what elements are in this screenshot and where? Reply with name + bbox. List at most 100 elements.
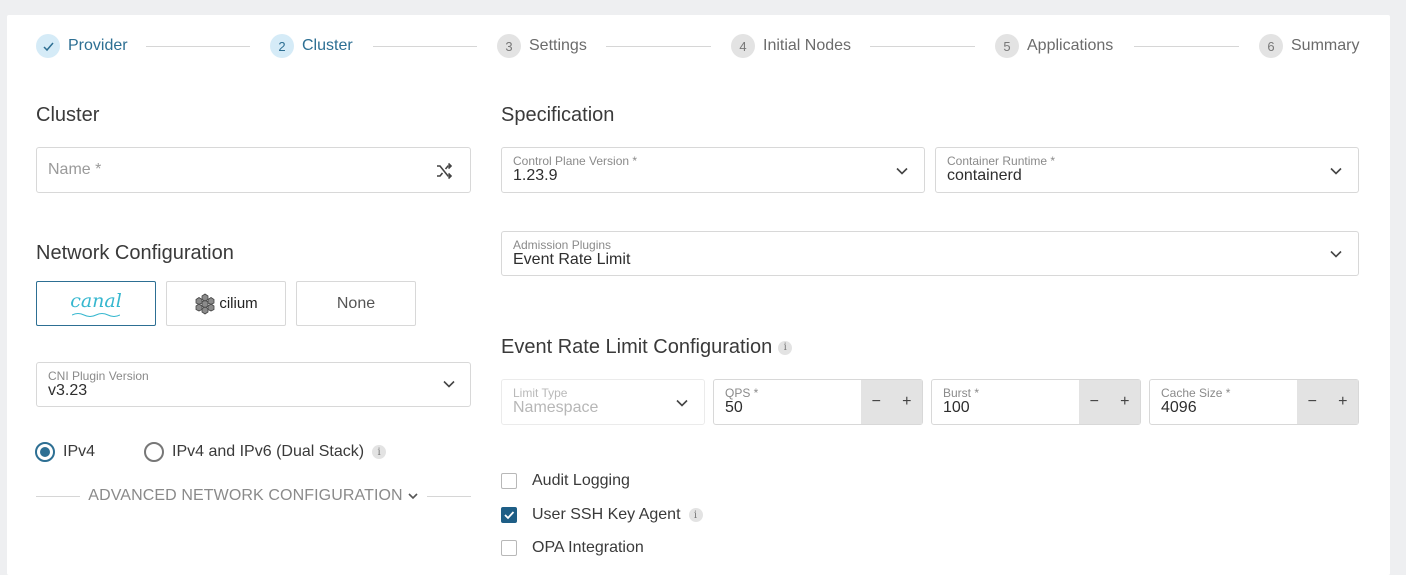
limit-type-label: Limit Type [513, 386, 568, 400]
info-icon[interactable]: i [688, 508, 703, 522]
cilium-logo-icon [195, 293, 215, 314]
radio-dual-stack-label: IPv4 and IPv6 (Dual Stack) [172, 443, 365, 460]
step-label: Summary [1291, 37, 1360, 54]
admission-plugins-select[interactable]: Admission Plugins Event Rate Limit [501, 231, 1359, 276]
cni-cilium-button[interactable]: cilium [166, 281, 286, 326]
opa-integration-label: OPA Integration [532, 539, 644, 556]
ssh-key-agent-option[interactable]: User SSH Key Agent i [501, 506, 703, 524]
chevron-down-icon [896, 167, 908, 175]
step-label: Applications [1027, 37, 1114, 54]
qps-decrement-button[interactable]: − [861, 380, 892, 424]
info-icon[interactable]: i [372, 445, 387, 459]
burst-stepper[interactable]: Burst * 100 − + [931, 379, 1141, 425]
step-number: 4 [731, 34, 755, 58]
cni-version-value: v3.23 [48, 382, 88, 399]
burst-value[interactable]: 100 [943, 399, 970, 417]
cni-canal-button[interactable]: canal [36, 281, 156, 326]
step-connector [1134, 46, 1239, 47]
info-icon[interactable]: i [778, 340, 793, 355]
step-cluster[interactable]: 2 Cluster [270, 34, 353, 58]
limit-type-value: Namespace [513, 399, 599, 416]
cache-size-value[interactable]: 4096 [1161, 399, 1197, 417]
qps-value[interactable]: 50 [725, 399, 743, 417]
specification-heading: Specification [501, 104, 615, 126]
cache-size-stepper[interactable]: Cache Size * 4096 − + [1149, 379, 1359, 425]
audit-logging-option[interactable]: Audit Logging [501, 472, 630, 490]
qps-stepper[interactable]: QPS * 50 − + [713, 379, 923, 425]
chevron-down-icon [408, 493, 418, 500]
advanced-network-label[interactable]: ADVANCED NETWORK CONFIGURATION [80, 487, 406, 505]
divider [426, 495, 472, 497]
step-initial-nodes[interactable]: 4 Initial Nodes [731, 34, 851, 58]
step-label: Settings [529, 37, 587, 54]
control-plane-version-label: Control Plane Version * [513, 154, 638, 168]
control-plane-version-value: 1.23.9 [513, 167, 558, 184]
radio-dual-stack[interactable]: IPv4 and IPv6 (Dual Stack) i [144, 442, 387, 462]
step-connector [373, 46, 477, 47]
radio-ipv4-label: IPv4 [63, 443, 96, 460]
chevron-down-icon [676, 399, 688, 407]
admission-plugins-label: Admission Plugins [513, 238, 612, 252]
step-number: 2 [270, 34, 294, 58]
step-label: Initial Nodes [763, 37, 852, 54]
container-runtime-select[interactable]: Container Runtime * containerd [935, 147, 1359, 193]
network-config-heading: Network Configuration [36, 242, 234, 264]
chevron-down-icon [1330, 167, 1342, 175]
step-provider[interactable]: Provider [36, 34, 128, 58]
burst-buttons: − + [1079, 380, 1140, 424]
step-number: 3 [497, 34, 521, 58]
audit-logging-label: Audit Logging [532, 472, 630, 489]
cache-size-buttons: − + [1297, 380, 1358, 424]
radio-dual-stack-control[interactable] [144, 442, 164, 462]
burst-label: Burst * [943, 386, 980, 400]
cluster-name-input[interactable] [37, 148, 417, 192]
step-number: 5 [995, 34, 1019, 58]
control-plane-version-select[interactable]: Control Plane Version * 1.23.9 [501, 147, 925, 193]
cluster-heading: Cluster [36, 104, 100, 126]
container-runtime-value: containerd [947, 167, 1022, 184]
radio-ipv4[interactable]: IPv4 [35, 442, 95, 462]
burst-decrement-button[interactable]: − [1079, 380, 1110, 424]
opa-integration-checkbox[interactable] [501, 540, 517, 556]
ssh-key-agent-label: User SSH Key Agent [532, 506, 681, 523]
limit-type-select[interactable]: Limit Type Namespace [501, 379, 705, 425]
step-connector [146, 46, 250, 47]
advanced-network-toggle[interactable]: ADVANCED NETWORK CONFIGURATION [36, 486, 472, 506]
admission-plugins-value: Event Rate Limit [513, 251, 631, 268]
step-label: Cluster [302, 37, 353, 54]
audit-logging-checkbox[interactable] [501, 473, 517, 489]
shuffle-icon[interactable] [435, 162, 453, 180]
step-summary[interactable]: 6 Summary [1259, 34, 1359, 58]
cache-size-decrement-button[interactable]: − [1297, 380, 1328, 424]
step-number: 6 [1259, 34, 1283, 58]
event-rate-limit-heading: Event Rate Limit Configuration i [501, 336, 793, 359]
cluster-name-field [36, 147, 471, 193]
canal-logo-text: canal [70, 290, 122, 312]
step-label: Provider [68, 37, 128, 54]
ssh-key-agent-checkbox[interactable] [501, 507, 517, 523]
cni-version-select[interactable]: CNI Plugin Version v3.23 [36, 362, 471, 407]
chevron-down-icon [443, 380, 455, 388]
divider [36, 495, 81, 497]
step-connector [870, 46, 975, 47]
check-icon [504, 511, 515, 520]
opa-integration-option[interactable]: OPA Integration [501, 539, 644, 557]
none-label: None [336, 294, 376, 312]
step-connector [606, 46, 711, 47]
cilium-label: cilium [219, 295, 258, 312]
check-icon [36, 34, 60, 58]
cni-none-button[interactable]: None [296, 281, 416, 326]
cache-size-increment-button[interactable]: + [1328, 380, 1359, 424]
canal-logo: canal [70, 290, 122, 317]
canal-wave-icon [72, 313, 120, 317]
radio-ipv4-control[interactable] [35, 442, 55, 462]
cache-size-label: Cache Size * [1161, 386, 1231, 400]
step-applications[interactable]: 5 Applications [995, 34, 1113, 58]
step-settings[interactable]: 3 Settings [497, 34, 587, 58]
qps-increment-button[interactable]: + [892, 380, 923, 424]
qps-buttons: − + [861, 380, 922, 424]
qps-label: QPS * [725, 386, 759, 400]
burst-increment-button[interactable]: + [1110, 380, 1141, 424]
wizard-stepper: Provider 2 Cluster 3 Settings 4 Initial … [36, 34, 1359, 60]
cni-version-label: CNI Plugin Version [48, 369, 149, 383]
